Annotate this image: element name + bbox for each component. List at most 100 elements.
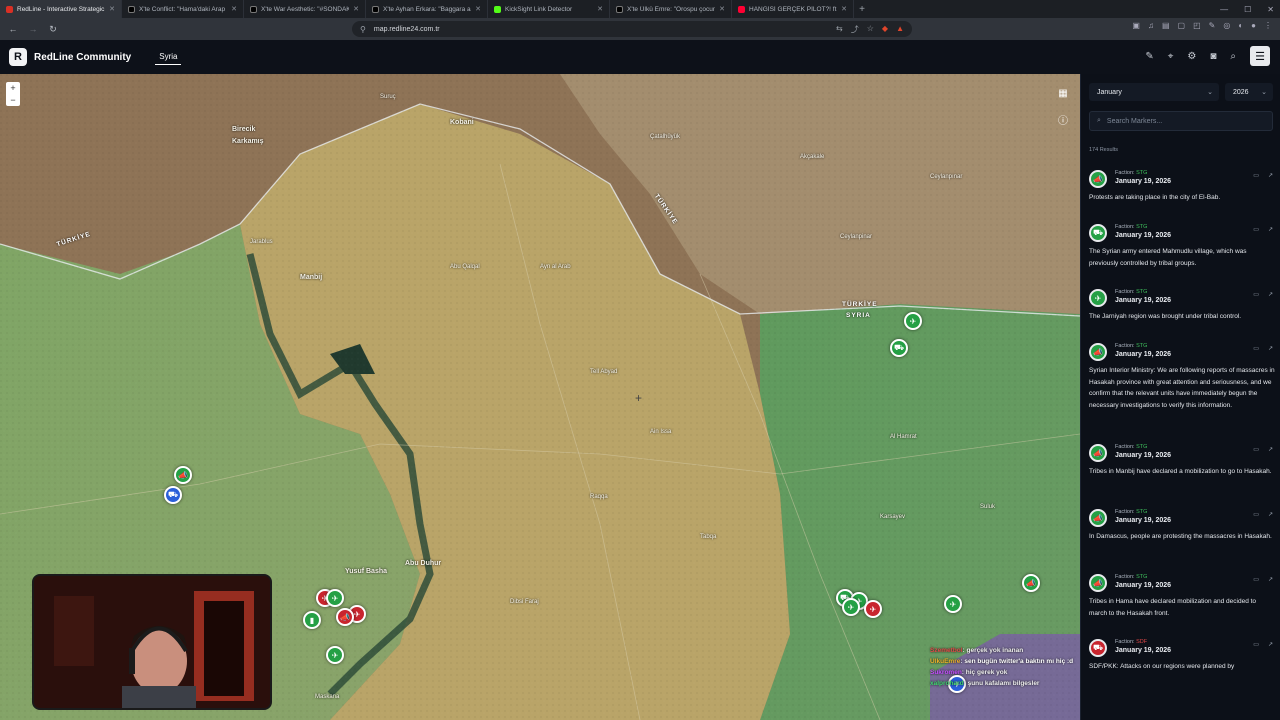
map-marker[interactable]: ✈: [864, 600, 882, 618]
external-link-icon[interactable]: ↗: [1268, 172, 1273, 179]
map-marker[interactable]: ✈: [904, 312, 922, 330]
chat-text: şunu kafalamı bilgesler: [967, 680, 1040, 687]
nav-tab-syria[interactable]: Syria: [155, 49, 182, 65]
close-tab-icon[interactable]: ✕: [719, 5, 725, 13]
toggle-visibility-icon[interactable]: ▭: [1253, 172, 1259, 179]
item-text: Protests are taking place in the city of…: [1089, 194, 1221, 201]
feed-item[interactable]: 📣 Faction: STG January 19, 2026 ▭ ↗ Tribe…: [1081, 570, 1280, 635]
city-label: Birecik: [232, 126, 256, 133]
toggle-visibility-icon[interactable]: ▭: [1253, 345, 1259, 352]
map-marker[interactable]: ✈: [326, 646, 344, 664]
close-tab-icon[interactable]: ✕: [475, 5, 481, 13]
feed-item[interactable]: ✈ Faction: STG January 19, 2026 ▭ ↗ The J…: [1081, 285, 1280, 339]
map-marker[interactable]: ⛟: [890, 339, 908, 357]
map-info-icon[interactable]: ⓘ: [1054, 110, 1072, 128]
reload-icon[interactable]: ↻: [46, 24, 60, 35]
close-tab-icon[interactable]: ✕: [597, 5, 603, 13]
extension-icon[interactable]: ✎: [1209, 21, 1216, 30]
close-tab-icon[interactable]: ✕: [353, 5, 359, 13]
map-marker[interactable]: ✈: [842, 598, 860, 616]
zoom-in-button[interactable]: +: [10, 82, 15, 94]
map-marker[interactable]: 📣: [1022, 574, 1040, 592]
close-tab-icon[interactable]: ✕: [109, 5, 115, 13]
browser-tab[interactable]: HANGİSİ GERÇEK PİLOT?! ft. @AyniB ✕: [732, 0, 854, 18]
extension-icon[interactable]: ◐: [1238, 21, 1243, 30]
maximize-icon[interactable]: ☐: [1244, 5, 1251, 14]
external-link-icon[interactable]: ↗: [1268, 226, 1273, 233]
extension-icon[interactable]: ▣: [1132, 21, 1140, 30]
browser-tab[interactable]: X'te Ayhan Erkara: "Baggara aşireti, K ✕: [366, 0, 488, 18]
pin-icon[interactable]: ⌖: [1168, 51, 1174, 62]
alert-icon[interactable]: ▲: [896, 24, 904, 35]
map-marker[interactable]: ✈: [326, 589, 344, 607]
close-tab-icon[interactable]: ✕: [841, 5, 847, 13]
extension-icon[interactable]: ♫: [1148, 21, 1154, 30]
browser-tab[interactable]: KickSight Link Detector ✕: [488, 0, 610, 18]
draw-icon[interactable]: ✎: [1145, 51, 1153, 62]
map-crosshair: +: [635, 391, 643, 405]
item-date: January 19, 2026: [1115, 232, 1172, 239]
map-marker[interactable]: ⛟: [164, 486, 182, 504]
new-tab-button[interactable]: +: [854, 4, 870, 15]
external-link-icon[interactable]: ↗: [1268, 345, 1273, 352]
item-text: Tribes in Manbij have declared a mobiliz…: [1089, 468, 1272, 475]
map-marker[interactable]: ▮: [303, 611, 321, 629]
profile-icon[interactable]: ●: [1251, 21, 1256, 30]
browser-tab[interactable]: X'te Ülkü Emre: "Orospu çocuna bak ✕: [610, 0, 732, 18]
toggle-visibility-icon[interactable]: ▭: [1253, 446, 1259, 453]
external-link-icon[interactable]: ↗: [1268, 446, 1273, 453]
browser-menu-icon[interactable]: ⋮: [1264, 21, 1272, 30]
feed-item[interactable]: 📣 Faction: STG January 19, 2026 ▭ ↗ Tribe…: [1081, 440, 1280, 505]
external-link-icon[interactable]: ↗: [1268, 576, 1273, 583]
tab-favicon-icon: [738, 5, 745, 13]
settings-icon[interactable]: ⚙: [1187, 51, 1196, 62]
chevron-down-icon: ⌄: [1261, 89, 1267, 96]
address-bar[interactable]: ⚲ map.redline24.com.tr ⇆ ⤴ ☆ ◆ ▲: [352, 21, 912, 37]
menu-button[interactable]: ☰: [1250, 46, 1270, 66]
close-tab-icon[interactable]: ✕: [231, 5, 237, 13]
map-marker[interactable]: ✈: [944, 595, 962, 613]
feed-item[interactable]: ⛟ Faction: SDF January 19, 2026 ▭ ↗ SDF/P…: [1081, 635, 1280, 720]
forward-icon[interactable]: →: [26, 24, 40, 34]
share-icon[interactable]: ⤴: [851, 24, 859, 35]
extension-icon[interactable]: ▢: [1178, 21, 1186, 30]
site-info-icon[interactable]: ⚲: [360, 25, 366, 34]
toggle-visibility-icon[interactable]: ▭: [1253, 291, 1259, 298]
minimize-icon[interactable]: —: [1220, 5, 1228, 14]
external-link-icon[interactable]: ↗: [1268, 291, 1273, 298]
zoom-out-button[interactable]: −: [10, 94, 15, 106]
toggle-visibility-icon[interactable]: ▭: [1253, 641, 1259, 648]
star-icon[interactable]: ☆: [867, 24, 874, 35]
browser-tab[interactable]: X'te Conflict: "Hama'daki Arap aş ✕: [122, 0, 244, 18]
item-text: Syrian Interior Ministry: We are followi…: [1089, 367, 1275, 410]
year-select[interactable]: 2026 ⌄: [1225, 83, 1273, 101]
toggle-visibility-icon[interactable]: ▭: [1253, 511, 1259, 518]
back-icon[interactable]: ←: [6, 24, 20, 34]
shield-icon[interactable]: ◆: [882, 24, 888, 35]
search-icon[interactable]: ⌕: [1230, 51, 1236, 62]
map-marker[interactable]: 📣: [174, 466, 192, 484]
search-markers-input[interactable]: ⌕ Search Markers...: [1089, 111, 1273, 131]
feed-item[interactable]: 📣 Faction: STG January 19, 2026 ▭ ↗ Syria…: [1081, 339, 1280, 440]
toggle-visibility-icon[interactable]: ▭: [1253, 226, 1259, 233]
feed-item[interactable]: 📣 Faction: STG January 19, 2026 ▭ ↗ In Da…: [1081, 505, 1280, 570]
toggle-visibility-icon[interactable]: ▭: [1253, 576, 1259, 583]
external-link-icon[interactable]: ↗: [1268, 511, 1273, 518]
extension-icon[interactable]: ◎: [1223, 21, 1230, 30]
tab-favicon-icon: [6, 5, 13, 13]
extension-icon[interactable]: ◰: [1193, 21, 1201, 30]
brand-name[interactable]: RedLine Community: [34, 52, 131, 63]
external-link-icon[interactable]: ↗: [1268, 641, 1273, 648]
camera-icon[interactable]: ◙: [1210, 51, 1216, 62]
map-marker[interactable]: 📣: [336, 608, 354, 626]
browser-tab[interactable]: RedLine - Interactive Strategic M ✕: [0, 0, 122, 18]
month-select[interactable]: January ⌄: [1089, 83, 1219, 101]
map-layers-icon[interactable]: ▦: [1054, 84, 1072, 102]
close-window-icon[interactable]: ✕: [1267, 5, 1274, 14]
app-logo[interactable]: R: [9, 48, 27, 66]
feed-item[interactable]: ⛟ Faction: STG January 19, 2026 ▭ ↗ The S…: [1081, 220, 1280, 285]
translate-icon[interactable]: ⇆: [836, 24, 843, 35]
extension-icon[interactable]: ▤: [1162, 21, 1170, 30]
browser-tab[interactable]: X'te War Aesthetic: "#SONDAKIKA Hı ✕: [244, 0, 366, 18]
feed-item[interactable]: 📣 Faction: STG January 19, 2026 ▭ ↗ Prote…: [1081, 166, 1280, 220]
